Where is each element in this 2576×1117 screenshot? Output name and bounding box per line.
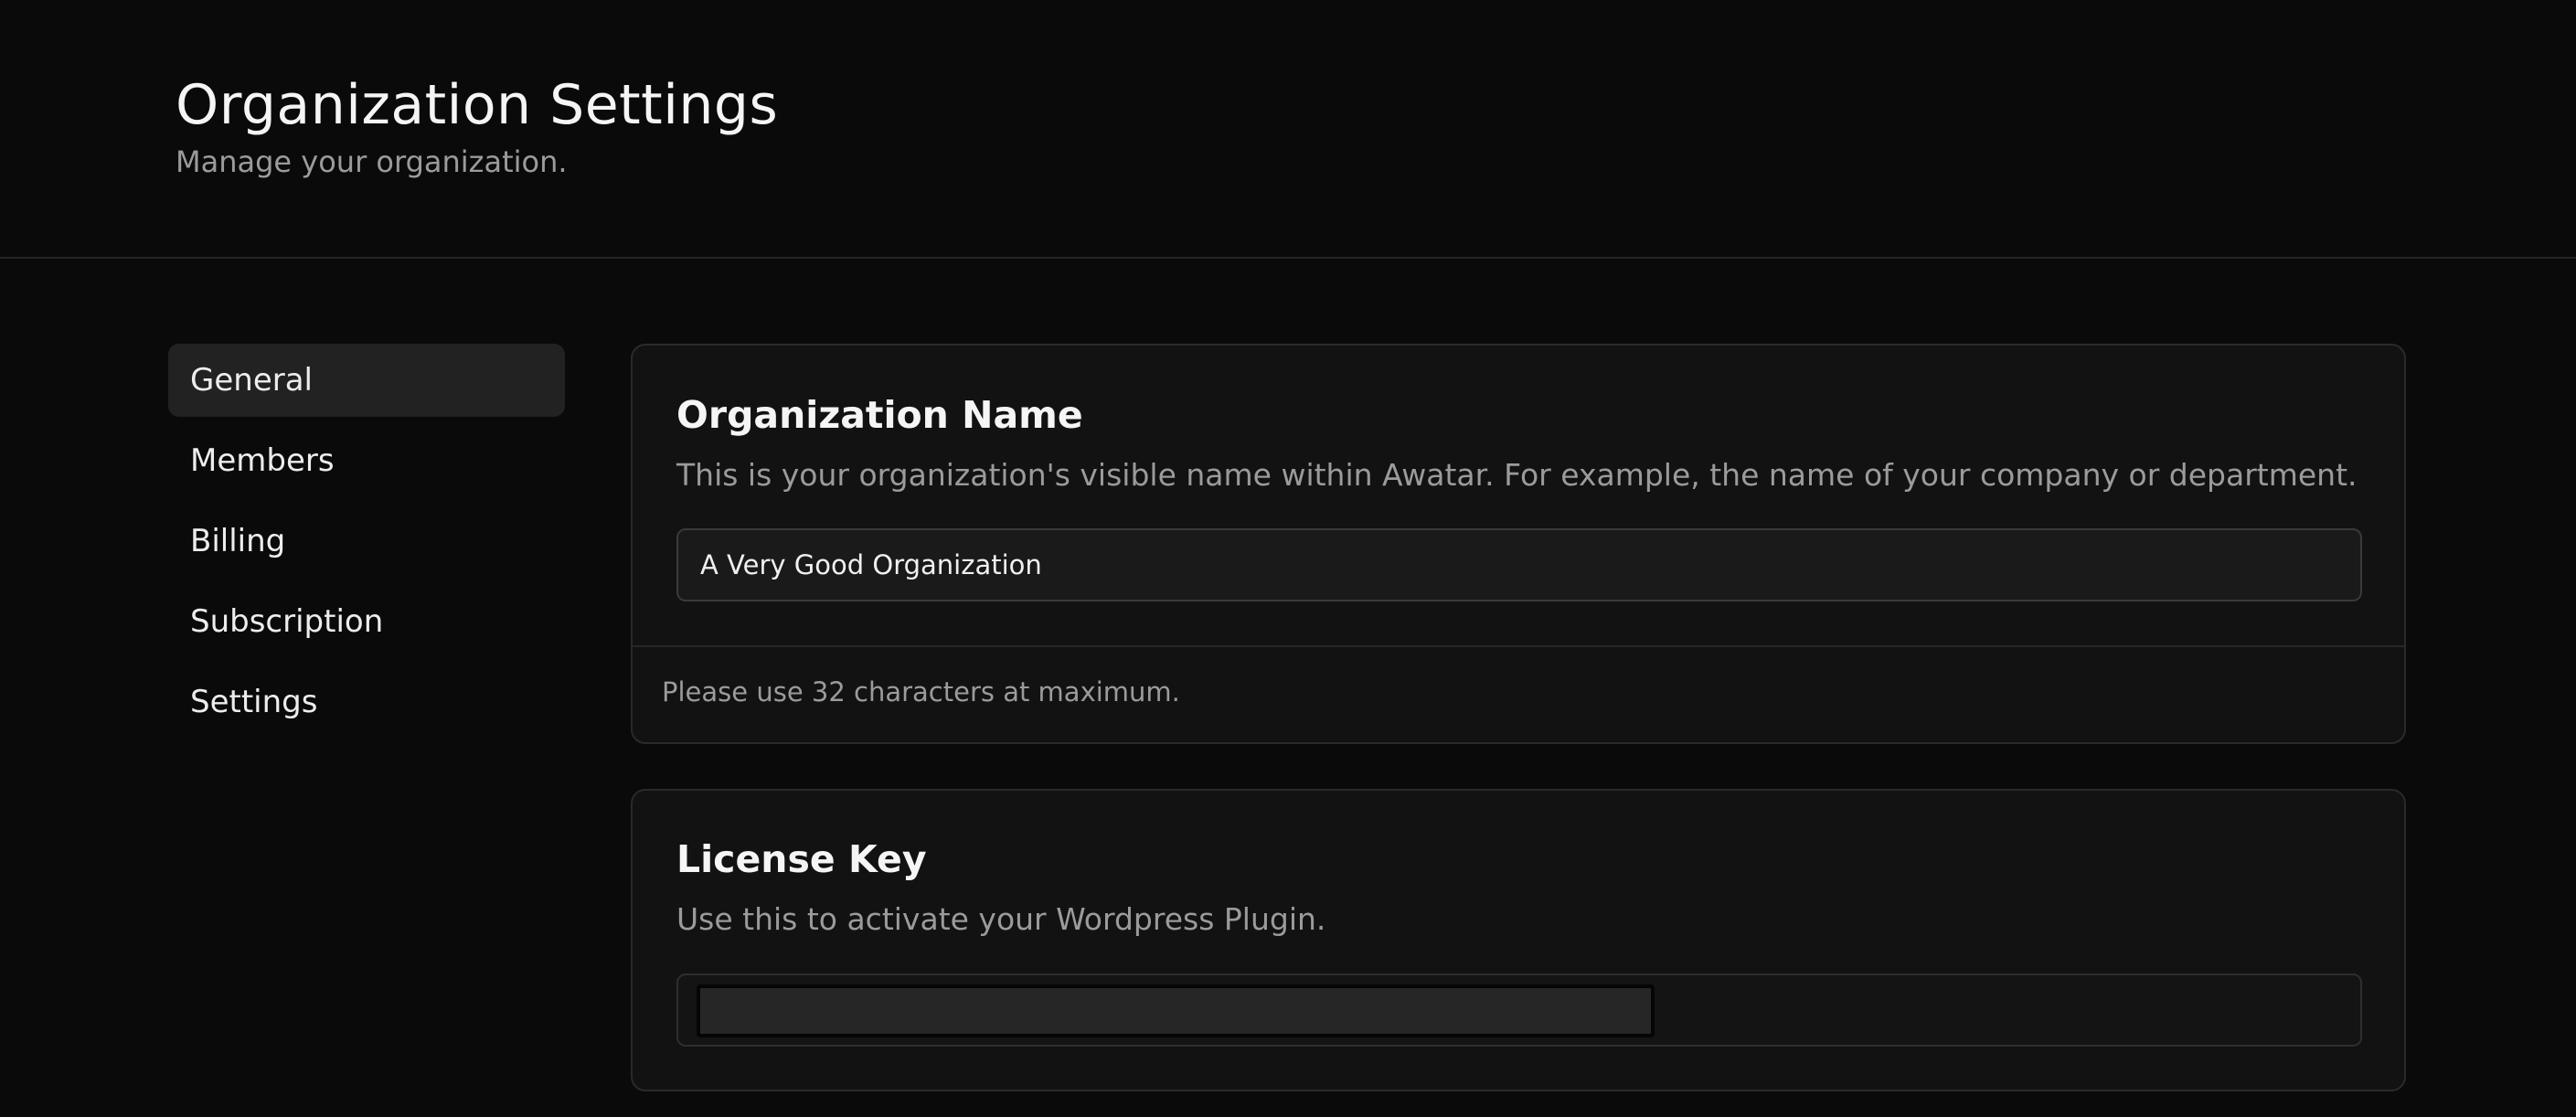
license-key-description: Use this to activate your Wordpress Plug…: [676, 901, 1326, 937]
sidebar-item-settings[interactable]: Settings: [168, 665, 565, 739]
license-key-title: License Key: [676, 837, 927, 881]
license-key-field[interactable]: [676, 973, 2362, 1047]
sidebar-item-general[interactable]: General: [168, 344, 565, 417]
license-key-card: License Key Use this to activate your Wo…: [631, 789, 2406, 1091]
license-key-value: [697, 984, 1655, 1037]
character-limit-hint: Please use 32 characters at maximum.: [662, 676, 1180, 707]
organization-name-card: Organization Name This is your organizat…: [631, 344, 2406, 744]
page-header: Organization Settings Manage your organi…: [0, 0, 2576, 259]
organization-name-description: This is your organization's visible name…: [676, 457, 2358, 493]
page-title: Organization Settings: [176, 73, 779, 137]
settings-page: Organization Settings Manage your organi…: [0, 0, 2576, 1117]
organization-name-input[interactable]: [676, 528, 2362, 601]
sidebar-item-subscription[interactable]: Subscription: [168, 585, 565, 658]
sidebar-item-billing[interactable]: Billing: [168, 505, 565, 578]
sidebar-item-members[interactable]: Members: [168, 424, 565, 497]
organization-name-footer: Please use 32 characters at maximum.: [633, 645, 2404, 742]
page-subtitle: Manage your organization.: [176, 144, 568, 179]
settings-sidebar: General Members Billing Subscription Set…: [168, 344, 565, 746]
organization-name-title: Organization Name: [676, 393, 1083, 437]
